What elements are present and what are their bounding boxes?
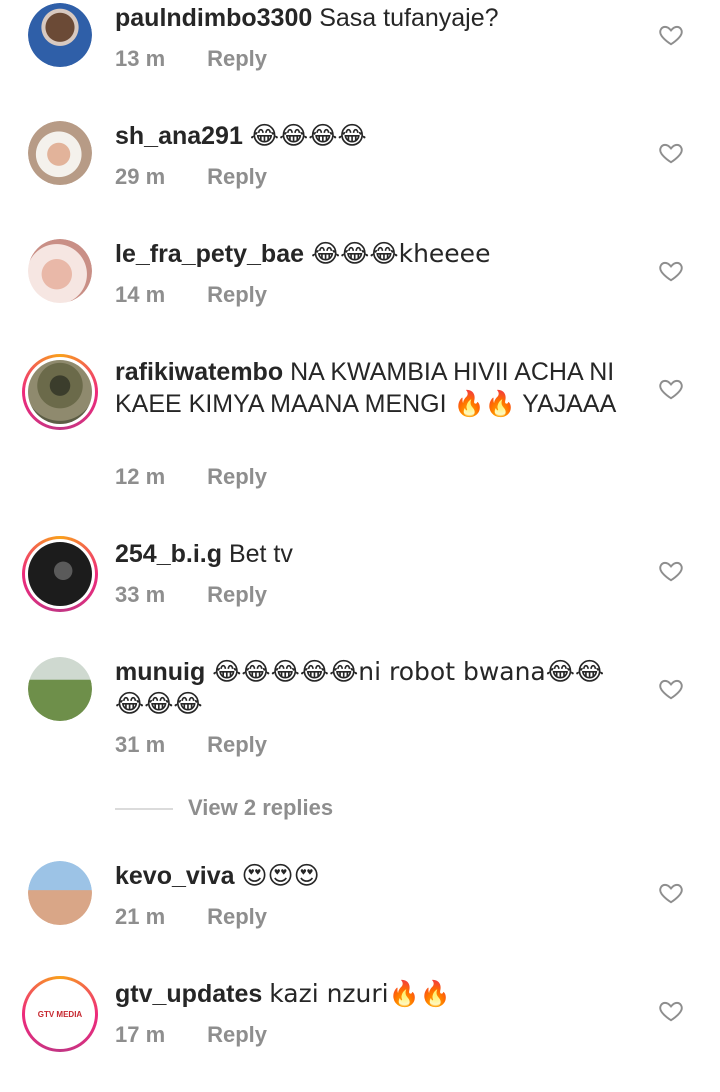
- comment-username[interactable]: le_fra_pety_bae: [115, 240, 304, 268]
- avatar-story-ring[interactable]: [22, 354, 98, 430]
- comment-time: 29 m: [115, 164, 166, 189]
- comment-text-block: gtv_updates kazi nzuri🔥🔥: [115, 978, 635, 1010]
- comment-time: 17 m: [115, 1022, 166, 1047]
- comment-body: kazi nzuri🔥🔥: [269, 979, 451, 1008]
- heart-icon[interactable]: [658, 998, 684, 1024]
- comment-time: 12 m: [115, 464, 166, 489]
- divider: [115, 808, 173, 810]
- comment-body: 😂😂😂😂: [249, 121, 367, 150]
- reply-button[interactable]: Reply: [207, 282, 267, 308]
- comment-meta: 13 m Reply: [115, 46, 267, 72]
- comment-body: 😂😂😂kheeee: [310, 239, 491, 268]
- comment-body: 😍😍😍: [241, 861, 320, 890]
- avatar[interactable]: [28, 861, 92, 925]
- comment-body: Sasa tufanyaje?: [319, 4, 499, 32]
- avatar[interactable]: [28, 3, 92, 67]
- reply-button[interactable]: Reply: [207, 732, 267, 758]
- comment-username[interactable]: kevo_viva: [115, 862, 235, 890]
- reply-button[interactable]: Reply: [207, 464, 267, 490]
- comment-text-block: kevo_viva 😍😍😍: [115, 860, 635, 892]
- comment-time: 14 m: [115, 282, 166, 307]
- heart-icon[interactable]: [658, 376, 684, 402]
- comment-time: 13 m: [115, 46, 166, 71]
- reply-button[interactable]: Reply: [207, 582, 267, 608]
- reply-button[interactable]: Reply: [207, 904, 267, 930]
- reply-button[interactable]: Reply: [207, 46, 267, 72]
- avatar[interactable]: [28, 121, 92, 185]
- heart-icon[interactable]: [658, 880, 684, 906]
- comment-meta: 33 m Reply: [115, 582, 267, 608]
- comment-meta: 14 m Reply: [115, 282, 267, 308]
- comment-text-block: rafikiwatembo NA KWAMBIA HIVII ACHA NI K…: [115, 356, 635, 420]
- comment-text-block: le_fra_pety_bae 😂😂😂kheeee: [115, 238, 635, 270]
- heart-icon[interactable]: [658, 558, 684, 584]
- heart-icon[interactable]: [658, 676, 684, 702]
- comment-username[interactable]: 254_b.i.g: [115, 540, 222, 568]
- comment-time: 33 m: [115, 582, 166, 607]
- comment-username[interactable]: rafikiwatembo: [115, 358, 283, 386]
- comment-text-block: munuig 😂😂😂😂😂ni robot bwana😂😂 😂😂😂: [115, 656, 635, 720]
- view-replies-label: View 2 replies: [188, 795, 334, 820]
- comment-meta: 29 m Reply: [115, 164, 267, 190]
- comment-time: 31 m: [115, 732, 166, 757]
- comment-text-block: sh_ana291 😂😂😂😂: [115, 120, 635, 152]
- avatar-story-ring[interactable]: GTV MEDIA: [22, 976, 98, 1052]
- avatar[interactable]: [28, 239, 92, 303]
- reply-button[interactable]: Reply: [207, 164, 267, 190]
- reply-button[interactable]: Reply: [207, 1022, 267, 1048]
- comment-body: Bet tv: [228, 540, 293, 568]
- comment-meta: 17 m Reply: [115, 1022, 267, 1048]
- heart-icon[interactable]: [658, 22, 684, 48]
- avatar[interactable]: [28, 657, 92, 721]
- heart-icon[interactable]: [658, 258, 684, 284]
- comment-username[interactable]: paulndimbo3300: [115, 4, 312, 32]
- comment-meta: 21 m Reply: [115, 904, 267, 930]
- comment-text-block: paulndimbo3300 Sasa tufanyaje?: [115, 2, 635, 34]
- comment-meta: 31 m Reply: [115, 732, 267, 758]
- comment-time: 21 m: [115, 904, 166, 929]
- comment-meta: 12 m Reply: [115, 464, 267, 490]
- comment-text-block: 254_b.i.g Bet tv: [115, 538, 635, 570]
- comment-username[interactable]: gtv_updates: [115, 980, 262, 1008]
- comment-username[interactable]: munuig: [115, 658, 205, 686]
- heart-icon[interactable]: [658, 140, 684, 166]
- gtv-logo: GTV MEDIA: [37, 1009, 83, 1019]
- comment-username[interactable]: sh_ana291: [115, 122, 243, 150]
- avatar-story-ring[interactable]: [22, 536, 98, 612]
